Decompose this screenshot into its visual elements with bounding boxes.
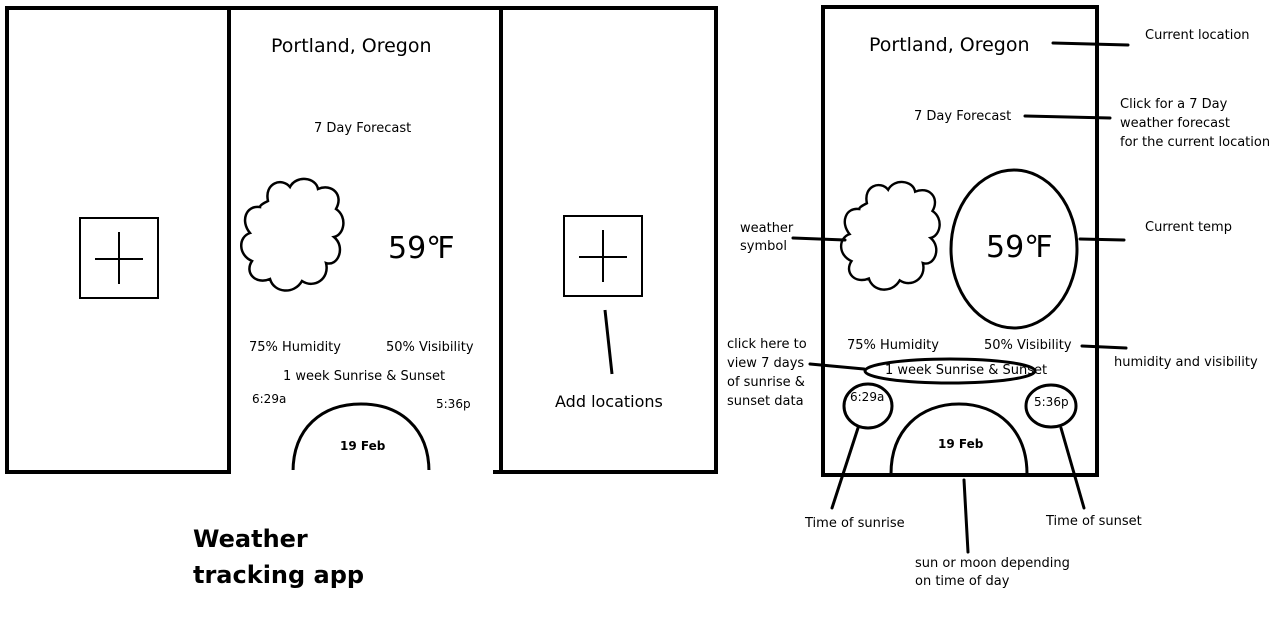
annotation-weather-symbol-line-1: weather	[740, 221, 794, 236]
annotation-click-here-line-4: sunset data	[727, 394, 804, 409]
annotation-humidity-visibility: humidity and visibility	[1114, 355, 1258, 370]
annotation-time-of-sunrise: Time of sunrise	[805, 516, 905, 531]
annotation-sun-or-moon-line-2: on time of day	[915, 574, 1010, 589]
annotation-click-here-line-1: click here to	[727, 337, 807, 352]
annotation-forecast-line-3: for the current location	[1120, 135, 1271, 150]
annotation-forecast-line-2: weather forecast	[1120, 116, 1230, 131]
annotation-click-here-line-2: view 7 days	[727, 356, 805, 371]
annotation-current-temp: Current temp	[1145, 220, 1232, 235]
annotation-sun-or-moon-line-1: sun or moon depending	[915, 556, 1070, 571]
annotation-time-of-sunset: Time of sunset	[1046, 514, 1142, 529]
annotation-lines	[791, 41, 1130, 554]
annotation-current-location: Current location	[1145, 28, 1250, 43]
annotation-click-here-line-3: of sunrise &	[727, 375, 805, 390]
annotation-weather-symbol-line-2: symbol	[740, 239, 787, 254]
annotation-forecast-line-1: Click for a 7 Day	[1120, 97, 1228, 112]
